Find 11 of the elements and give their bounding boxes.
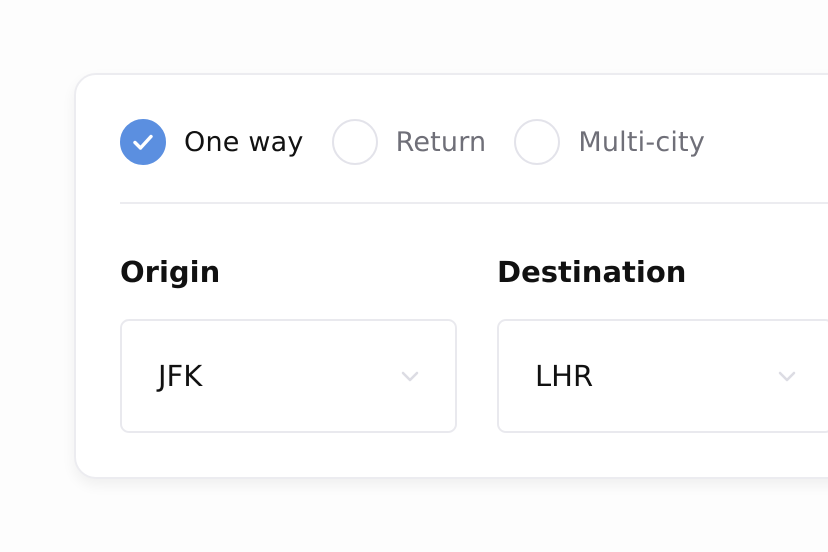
radio-button[interactable]	[120, 119, 166, 165]
option-label[interactable]: Return	[396, 126, 486, 158]
checkmark-icon	[133, 134, 153, 150]
airport-select[interactable]: LHR	[497, 319, 828, 433]
chevron-down-icon	[401, 370, 419, 382]
option-label[interactable]: Multi-city	[578, 126, 706, 158]
airport-select[interactable]: JFK	[120, 319, 457, 433]
field-label: Destination	[497, 254, 688, 290]
chevron-down-icon	[778, 370, 796, 382]
field-label: Origin	[120, 254, 222, 290]
option-label[interactable]: One way	[184, 126, 304, 158]
